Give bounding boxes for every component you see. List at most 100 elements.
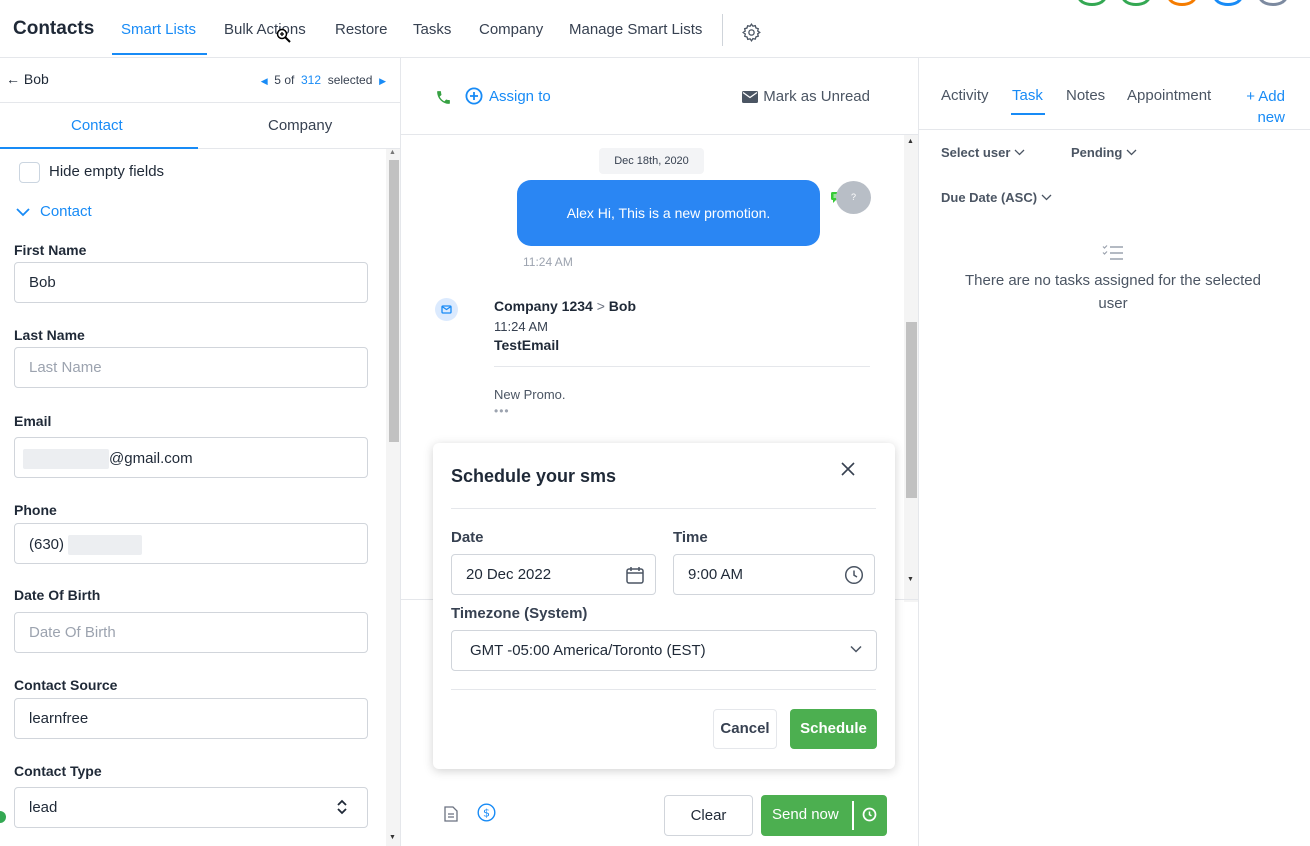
add-new-task-button[interactable]: + Add new [1241, 86, 1285, 128]
back-button[interactable]: ← Bob [6, 71, 49, 87]
contact-name: Bob [23, 71, 49, 87]
tab-task[interactable]: Task [1012, 87, 1043, 104]
user-avatar[interactable] [1258, 0, 1288, 6]
contact-type-select[interactable]: lead [14, 787, 368, 828]
email-from: Company 1234 [494, 298, 593, 314]
last-name-field[interactable]: Last Name [14, 347, 368, 388]
section-label: Contact [40, 203, 92, 220]
mark-unread-label: Mark as Unread [763, 88, 870, 105]
zoom-cursor-icon [276, 28, 292, 44]
chevron-down-icon [1014, 149, 1025, 156]
tab-contact[interactable]: Contact [71, 117, 123, 134]
schedule-clock-icon[interactable] [862, 807, 877, 822]
last-name-label: Last Name [14, 327, 85, 343]
time-label: Time [673, 529, 708, 546]
clear-button[interactable]: Clear [664, 795, 753, 836]
timezone-select[interactable]: GMT -05:00 America/Toronto (EST) [451, 630, 877, 671]
email-field[interactable]: @gmail.com [14, 437, 368, 478]
close-icon[interactable] [841, 462, 855, 476]
prev-record-icon[interactable]: ◀ [261, 76, 268, 86]
conversation-scrollbar-thumb[interactable] [906, 322, 917, 498]
phone-icon[interactable] [435, 89, 452, 106]
sort-filter-label: Due Date (ASC) [941, 190, 1038, 205]
pager-current: 5 [274, 73, 281, 87]
user-avatar[interactable] [1167, 0, 1197, 6]
pager-total[interactable]: 312 [301, 73, 321, 87]
sort-arrows-icon [337, 799, 347, 815]
first-name-field[interactable]: Bob [14, 262, 368, 303]
modal-title: Schedule your sms [451, 466, 617, 486]
mark-unread-button[interactable]: Mark as Unread [742, 88, 870, 105]
add-label: + Add [1246, 88, 1285, 105]
nav-tasks[interactable]: Tasks [413, 21, 451, 38]
date-picker-field[interactable]: 20 Dec 2022 [451, 554, 656, 595]
scroll-up-icon[interactable]: ▲ [389, 149, 396, 156]
nav-company[interactable]: Company [479, 21, 543, 38]
nav-divider [722, 14, 723, 46]
contact-source-field[interactable]: learnfree [14, 698, 368, 739]
next-record-icon[interactable]: ▶ [379, 76, 386, 86]
nav-smart-lists[interactable]: Smart Lists [121, 21, 196, 38]
add-label-new: new [1257, 109, 1285, 126]
redacted-text [68, 535, 143, 555]
template-icon[interactable] [444, 806, 458, 822]
clock-icon [844, 565, 864, 585]
nav-restore[interactable]: Restore [335, 21, 388, 38]
send-now-button[interactable]: Send now [761, 795, 887, 836]
tab-notes[interactable]: Notes [1066, 87, 1105, 104]
date-divider: Dec 18th, 2020 [599, 148, 704, 174]
hide-empty-checkbox[interactable] [19, 162, 40, 183]
contact-source-value: learnfree [29, 710, 89, 727]
gear-icon[interactable] [741, 22, 762, 43]
email-value: @gmail.com [109, 449, 193, 467]
email-subject: TestEmail [494, 337, 560, 353]
contact-tabs: Contact Company [0, 104, 400, 149]
date-label: Date [451, 529, 484, 546]
payment-icon[interactable]: $ [477, 803, 496, 822]
scrollbar-thumb[interactable] [389, 160, 399, 442]
timezone-label: Timezone (System) [451, 605, 588, 622]
pager-of: of [284, 73, 295, 87]
active-tab-indicator [1011, 113, 1045, 115]
email-timestamp: 11:24 AM [494, 319, 548, 334]
pager-suffix: selected [327, 73, 373, 87]
contact-section-toggle[interactable]: Contact [16, 203, 92, 220]
hide-empty-label: Hide empty fields [49, 163, 165, 180]
scroll-down-icon[interactable]: ▼ [389, 834, 396, 841]
conversation-toolbar: Assign to Mark as Unread [401, 58, 918, 135]
scroll-up-icon[interactable]: ▲ [907, 138, 914, 145]
dob-label: Date Of Birth [14, 587, 101, 603]
arrow-left-icon: ← [6, 71, 20, 87]
first-name-label: First Name [14, 242, 87, 258]
user-avatar[interactable] [1077, 0, 1107, 6]
tab-activity[interactable]: Activity [941, 87, 989, 104]
assign-to-button[interactable]: Assign to [465, 87, 551, 105]
nav-manage-smart-lists[interactable]: Manage Smart Lists [569, 21, 702, 38]
message-timestamp: 11:24 AM [523, 255, 573, 269]
cancel-button[interactable]: Cancel [713, 709, 777, 749]
dob-field[interactable]: Date Of Birth [14, 612, 368, 653]
empty-tasks-message: There are no tasks assigned for the sele… [964, 272, 1261, 312]
user-avatar[interactable] [1213, 0, 1243, 6]
sort-filter[interactable]: Due Date (ASC) [941, 190, 1052, 205]
envelope-icon [742, 90, 759, 103]
time-picker-field[interactable]: 9:00 AM [673, 554, 875, 595]
schedule-button[interactable]: Schedule [790, 709, 877, 749]
status-filter[interactable]: Pending [1071, 145, 1137, 160]
task-list-icon [1102, 244, 1124, 262]
select-user-filter[interactable]: Select user [941, 145, 1025, 160]
redacted-text [23, 449, 109, 469]
chevron-down-icon [1041, 194, 1052, 201]
scroll-down-icon[interactable]: ▼ [907, 576, 914, 583]
phone-field[interactable]: (630) [14, 523, 368, 564]
tab-company[interactable]: Company [268, 117, 332, 134]
user-avatar[interactable] [1121, 0, 1151, 6]
top-navigation: Contacts Smart Lists Bulk Actions Restor… [0, 0, 1310, 58]
tab-appointment[interactable]: Appointment [1127, 87, 1211, 104]
time-value: 9:00 AM [688, 566, 744, 583]
email-label: Email [14, 413, 52, 429]
modal-divider [451, 508, 876, 509]
email-expand-button[interactable]: ••• [494, 404, 510, 418]
nav-bulk-actions[interactable]: Bulk Actions [224, 21, 306, 38]
chat-widget-icon[interactable] [0, 811, 6, 823]
